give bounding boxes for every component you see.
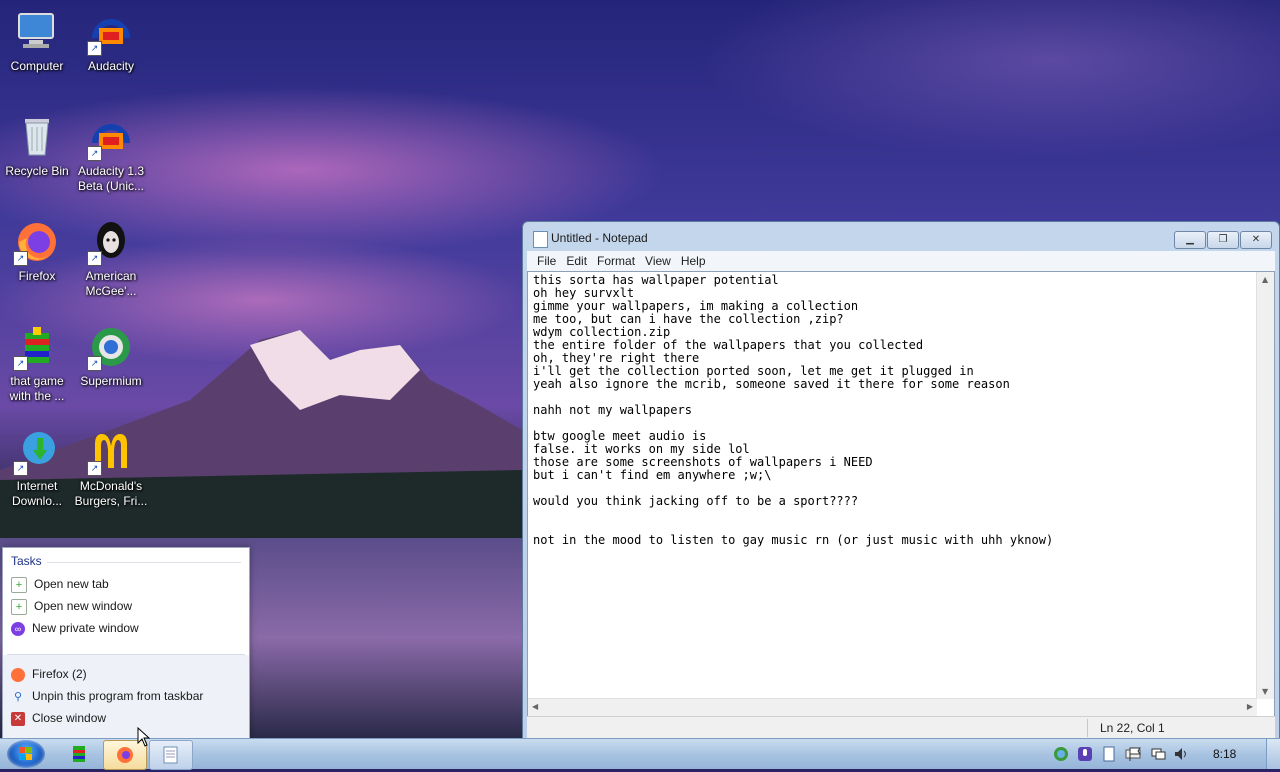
scroll-left-icon[interactable]: ◀ <box>532 702 538 711</box>
desktop-icon-label: that game with the ... <box>9 374 65 403</box>
task-open-new-window[interactable]: + Open new window <box>11 596 132 616</box>
firefox-jump-list: Tasks + Open new tab + Open new window ∞ Ne… <box>2 547 250 739</box>
desktop-icon-label: Firefox <box>18 269 56 283</box>
pin-icon: ⚲ <box>13 690 23 703</box>
desktop-icon-recycle-bin[interactable]: Recycle Bin <box>0 113 74 179</box>
firefox-icon <box>11 667 25 682</box>
desktop-icon-firefox[interactable]: ↗ Firefox <box>0 218 74 284</box>
firefox-icon: ↗ <box>13 218 61 266</box>
editor-text[interactable]: this sorta has wallpaper potential oh he… <box>533 274 1250 698</box>
menu-view[interactable]: View <box>640 251 676 271</box>
notepad-icon <box>163 746 178 764</box>
network-globe-icon[interactable] <box>1053 746 1069 762</box>
notepad-window[interactable]: Untitled - Notepad ▁ ❐ ✕ File Edit Format V… <box>522 221 1280 740</box>
taskbar-clock[interactable]: 8:18 <box>1213 747 1236 761</box>
desktop-icon-computer[interactable]: Computer <box>0 8 74 74</box>
close-button[interactable]: ✕ <box>1240 231 1272 249</box>
desktop-icon-label: Recycle Bin <box>5 164 69 178</box>
maximize-button[interactable]: ❐ <box>1207 231 1239 249</box>
shortcut-arrow-icon: ↗ <box>13 356 28 371</box>
recycle-bin-icon <box>13 113 61 161</box>
start-button[interactable] <box>7 740 45 768</box>
desktop-icon-label: Audacity <box>87 59 135 73</box>
menu-help[interactable]: Help <box>676 251 711 271</box>
taskbar-notepad-button[interactable] <box>149 740 193 770</box>
windows-logo-icon <box>19 747 33 761</box>
microphone-icon[interactable] <box>1077 746 1093 762</box>
desktop-icon-label: American McGee'... <box>85 269 137 298</box>
desktop-icon-that-game[interactable]: ↗ that game with the ... <box>0 323 74 404</box>
private-mask-icon: ∞ <box>11 621 25 636</box>
desktop-icon-audacity-beta[interactable]: ↗ Audacity 1.3 Beta (Unic... <box>74 113 148 194</box>
audacity-icon: ↗ <box>87 8 135 56</box>
scroll-right-icon[interactable]: ▶ <box>1247 702 1253 711</box>
close-label: Close window <box>32 711 107 725</box>
unpin-from-taskbar[interactable]: ⚲ Unpin this program from taskbar <box>11 686 203 706</box>
download-manager-icon: ↗ <box>13 428 61 476</box>
audacity-icon: ↗ <box>87 113 135 161</box>
scroll-down-icon[interactable]: ▼ <box>1262 687 1268 696</box>
cursor-position: Ln 22, Col 1 <box>1100 721 1165 735</box>
shortcut-arrow-icon: ↗ <box>87 356 102 371</box>
jump-list-header: Tasks <box>11 554 42 568</box>
desktop-icon-label: Supermium <box>80 374 142 388</box>
minimize-button[interactable]: ▁ <box>1174 231 1206 249</box>
status-divider <box>1087 719 1088 737</box>
window-title: Untitled - Notepad <box>551 231 648 245</box>
divider <box>47 562 241 563</box>
show-desktop-button[interactable] <box>1266 739 1280 769</box>
new-window-icon: + <box>11 598 27 615</box>
vertical-scrollbar[interactable]: ▲ ▼ <box>1256 272 1274 699</box>
browser-icon: ↗ <box>87 323 135 371</box>
game-icon: ↗ <box>87 218 135 266</box>
shortcut-arrow-icon: ↗ <box>87 146 102 161</box>
menu-file[interactable]: File <box>532 251 561 271</box>
shortcut-arrow-icon: ↗ <box>87 461 102 476</box>
menu-format[interactable]: Format <box>592 251 640 271</box>
desktop-icon-label: Internet Downlo... <box>11 479 63 508</box>
status-bar: Ln 22, Col 1 <box>527 716 1275 739</box>
desktop-icon-label: Audacity 1.3 Beta (Unic... <box>77 164 145 193</box>
task-label: Open new tab <box>34 577 109 591</box>
task-label: Open new window <box>34 599 133 613</box>
shortcut-arrow-icon: ↗ <box>13 461 28 476</box>
task-new-private-window[interactable]: ∞ New private window <box>11 618 139 638</box>
close-window[interactable]: ✕ Close window <box>11 708 106 728</box>
mouse-cursor-icon <box>137 727 151 747</box>
network-icon[interactable] <box>1150 746 1166 762</box>
text-editor-area[interactable]: this sorta has wallpaper potential oh he… <box>527 271 1275 717</box>
desktop-icon-mcdonalds[interactable]: ↗ McDonald's Burgers, Fri... <box>74 428 148 509</box>
divider <box>7 654 245 655</box>
mcdonalds-icon: ↗ <box>87 428 135 476</box>
taskbar: 8:18 <box>0 738 1280 770</box>
unpin-label: Unpin this program from taskbar <box>32 689 204 703</box>
document-icon[interactable] <box>1101 746 1117 762</box>
action-center-flag-icon[interactable] <box>1127 746 1143 762</box>
computer-icon <box>13 8 61 56</box>
desktop-icon-label: Computer <box>10 59 64 73</box>
new-tab-icon: + <box>11 576 27 593</box>
desktop-icon-internet-download[interactable]: ↗ Internet Downlo... <box>0 428 74 509</box>
desktop-icon-audacity[interactable]: ↗ Audacity <box>74 8 148 74</box>
shortcut-arrow-icon: ↗ <box>87 41 102 56</box>
horizontal-scrollbar[interactable]: ◀ ▶ <box>528 698 1257 716</box>
shortcut-arrow-icon: ↗ <box>13 251 28 266</box>
game-icon <box>73 746 85 762</box>
close-icon: ✕ <box>11 711 25 726</box>
program-firefox[interactable]: Firefox (2) <box>11 664 87 684</box>
notepad-icon <box>533 231 548 248</box>
volume-icon[interactable] <box>1173 746 1189 762</box>
desktop-icon-american-mcgee[interactable]: ↗ American McGee'... <box>74 218 148 299</box>
desktop-icon-supermium[interactable]: ↗ Supermium <box>74 323 148 389</box>
task-label: New private window <box>32 621 139 635</box>
scroll-up-icon[interactable]: ▲ <box>1262 275 1268 284</box>
menu-edit[interactable]: Edit <box>561 251 592 271</box>
taskbar-game-button[interactable] <box>58 740 100 768</box>
desktop-icon-label: McDonald's Burgers, Fri... <box>74 479 148 508</box>
task-open-new-tab[interactable]: + Open new tab <box>11 574 109 594</box>
shortcut-arrow-icon: ↗ <box>87 251 102 266</box>
game-icon: ↗ <box>13 323 61 371</box>
program-label: Firefox (2) <box>32 667 87 681</box>
menu-bar: File Edit Format View Help <box>527 251 1275 271</box>
